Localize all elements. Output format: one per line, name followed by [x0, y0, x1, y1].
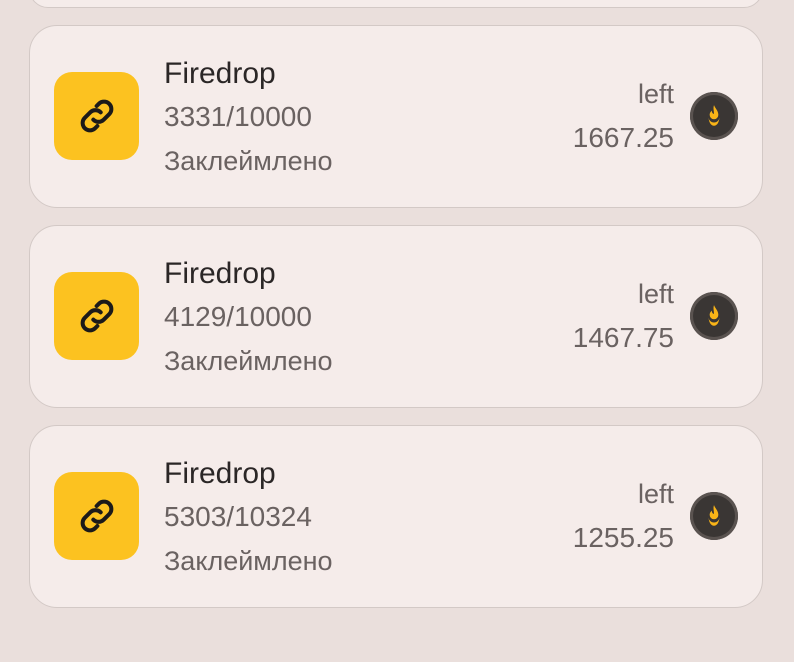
- link-icon-tile: [54, 72, 139, 160]
- left-label: left: [637, 479, 674, 509]
- left-value: 1255.25: [572, 522, 674, 553]
- left-label: left: [637, 279, 674, 309]
- drop-card[interactable]: Firedrop 3331/10000 Заклеймлено left 166…: [29, 25, 763, 208]
- drop-card-partial[interactable]: [29, 0, 763, 8]
- link-icon: [80, 99, 113, 133]
- drop-progress: 3331/10000: [164, 101, 312, 132]
- link-icon-tile: [54, 272, 139, 360]
- fire-icon: [690, 292, 738, 340]
- link-icon: [80, 499, 113, 533]
- fire-icon: [690, 492, 738, 540]
- drop-title: Firedrop: [164, 257, 276, 290]
- drop-progress: 4129/10000: [164, 301, 312, 332]
- left-value: 1667.25: [572, 122, 674, 153]
- left-value: 1467.75: [572, 322, 674, 353]
- drop-card[interactable]: Firedrop 4129/10000 Заклеймлено left 146…: [29, 225, 763, 408]
- drop-title: Firedrop: [164, 57, 276, 90]
- drop-card[interactable]: Firedrop 5303/10324 Заклеймлено left 125…: [29, 425, 763, 608]
- link-icon-tile: [54, 472, 139, 560]
- drop-progress: 5303/10324: [164, 501, 312, 532]
- link-icon: [80, 299, 113, 333]
- drop-title: Firedrop: [164, 457, 276, 490]
- drop-status: Заклеймлено: [164, 346, 333, 376]
- left-label: left: [637, 79, 674, 109]
- fire-icon: [690, 92, 738, 140]
- drop-status: Заклеймлено: [164, 546, 333, 576]
- drop-status: Заклеймлено: [164, 146, 333, 176]
